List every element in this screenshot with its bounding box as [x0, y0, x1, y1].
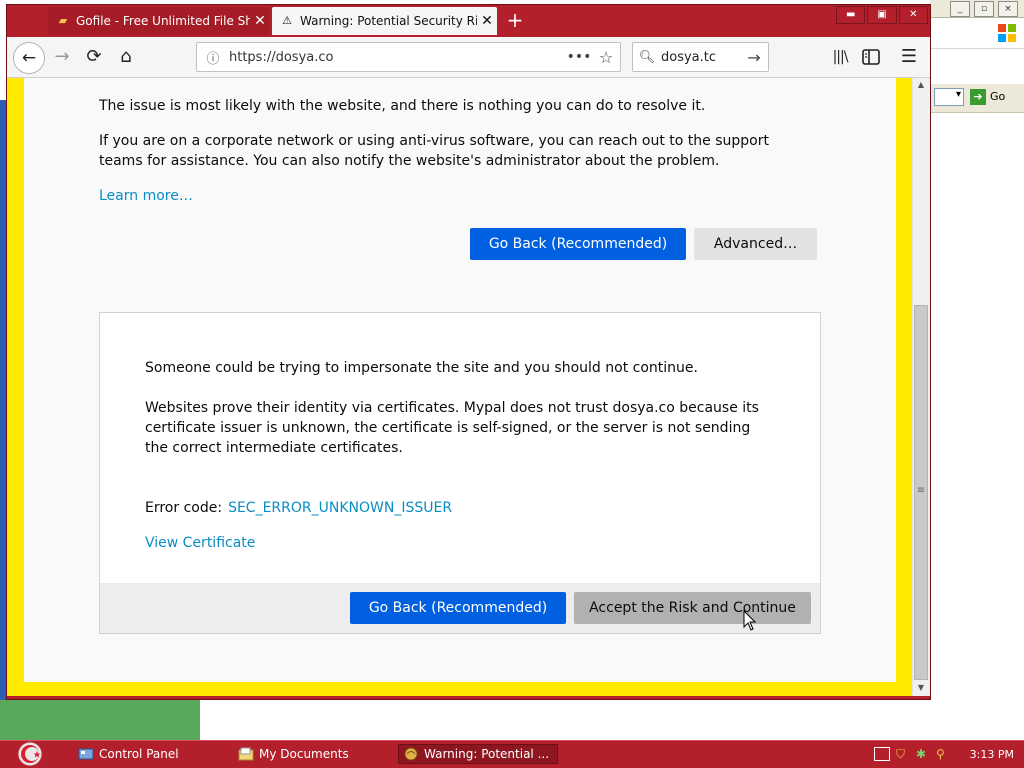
background-maximize-button[interactable]: ▫	[974, 0, 994, 17]
taskbar-item-browser[interactable]: Warning: Potential ...	[398, 744, 558, 764]
go-arrow-icon: ➔	[970, 89, 986, 105]
search-tray-icon[interactable]: ⚲	[936, 748, 950, 760]
highlight-border-right	[896, 78, 912, 682]
intro-text: The issue is most likely with the websit…	[99, 98, 706, 114]
highlight-border-bottom	[7, 682, 912, 696]
clock[interactable]: 3:13 PM	[970, 748, 1014, 761]
highlight-border-left	[7, 78, 24, 682]
new-tab-button[interactable]: +	[505, 9, 525, 31]
go-label: Go	[990, 90, 1006, 103]
scroll-up-arrow-icon[interactable]: ▲	[914, 80, 928, 92]
mouse-cursor-icon	[743, 610, 757, 631]
learn-more-link[interactable]: Learn more…	[99, 186, 193, 206]
documents-folder-icon	[238, 747, 254, 761]
taskbar-item-label: Warning: Potential ...	[424, 747, 550, 761]
back-button[interactable]: ←	[13, 42, 45, 74]
gofile-favicon-icon: ▰	[58, 14, 68, 27]
url-bar[interactable]: ⓘ https://dosya.co ••• ☆	[196, 42, 621, 72]
bookmark-star-icon[interactable]: ☆	[592, 48, 620, 67]
tab-warning[interactable]: ⚠ Warning: Potential Security Ris ✕	[272, 7, 497, 35]
close-window-button[interactable]: ✕	[898, 6, 928, 24]
scroll-down-arrow-icon[interactable]: ▼	[914, 683, 928, 695]
scrollbar-grip-icon: ≡	[916, 485, 926, 496]
close-icon[interactable]: ✕	[250, 13, 270, 29]
windows-logo-icon	[998, 24, 1016, 42]
browser-app-icon	[404, 747, 418, 761]
go-back-button-advanced[interactable]: Go Back (Recommended)	[350, 592, 566, 624]
forward-button[interactable]: →	[48, 43, 76, 71]
network-icon[interactable]: ✱	[916, 748, 930, 760]
taskbar-item-label: My Documents	[259, 747, 349, 761]
info-icon[interactable]: ⓘ	[197, 48, 229, 67]
tab-title: Warning: Potential Security Ris	[300, 14, 477, 28]
sidebar-icon[interactable]	[860, 47, 882, 67]
maximize-button[interactable]: ▣	[867, 6, 897, 24]
error-code-row: Error code: SEC_ERROR_UNKNOWN_ISSUER	[145, 498, 452, 518]
error-code-label: Error code:	[145, 500, 223, 516]
corporate-network-text: If you are on a corporate network or usi…	[99, 133, 769, 169]
start-button[interactable]	[10, 741, 48, 767]
search-go-arrow-icon[interactable]: →	[740, 48, 768, 67]
background-address-dropdown[interactable]	[934, 88, 964, 106]
background-close-button[interactable]: ×	[998, 0, 1018, 17]
page-actions-button[interactable]: •••	[566, 49, 592, 65]
go-back-button[interactable]: Go Back (Recommended)	[470, 228, 686, 260]
minimize-button[interactable]: ▬	[836, 6, 866, 24]
shield-icon[interactable]: ⛉	[896, 748, 910, 760]
keyboard-icon[interactable]	[874, 747, 890, 761]
library-icon[interactable]: |||\	[829, 47, 851, 67]
taskbar-item-my-documents[interactable]: My Documents	[238, 744, 388, 764]
close-icon[interactable]: ✕	[477, 13, 497, 29]
error-code-link[interactable]: SEC_ERROR_UNKNOWN_ISSUER	[228, 498, 452, 518]
accept-risk-button[interactable]: Accept the Risk and Continue	[574, 592, 811, 624]
desktop-background-green	[0, 700, 200, 740]
tab-gofile[interactable]: ▰ Gofile - Free Unlimited File Sha ✕	[48, 7, 270, 35]
background-go-button[interactable]: ➔ Go	[970, 88, 1020, 106]
menu-icon[interactable]: ☰	[898, 47, 920, 67]
warning-icon: ⚠	[282, 14, 292, 27]
control-panel-icon	[78, 748, 94, 760]
system-tray: ⛉ ✱ ⚲ 3:13 PM	[866, 741, 1024, 767]
certificate-explanation-text: Websites prove their identity via certif…	[145, 400, 759, 456]
search-query[interactable]: dosya.tc	[661, 50, 740, 65]
search-input[interactable]: 🔍︎ dosya.tc →	[632, 42, 769, 72]
background-window-controls: _ ▫ ×	[930, 0, 1024, 18]
taskbar-item-label: Control Panel	[99, 747, 179, 761]
background-minimize-button[interactable]: _	[950, 0, 970, 17]
window-controls: ▬ ▣ ✕	[836, 6, 928, 24]
tab-title: Gofile - Free Unlimited File Sha	[76, 14, 250, 28]
home-button[interactable]: ⌂	[112, 43, 140, 71]
view-certificate-link[interactable]: View Certificate	[145, 533, 255, 553]
reload-button[interactable]: ⟳	[80, 43, 108, 71]
search-icon: 🔍︎	[638, 49, 656, 65]
advanced-button[interactable]: Advanced…	[694, 228, 817, 260]
taskbar-item-control-panel[interactable]: Control Panel	[78, 744, 228, 764]
impersonate-warning-text: Someone could be trying to impersonate t…	[145, 360, 698, 376]
url-text[interactable]: https://dosya.co	[229, 50, 566, 65]
